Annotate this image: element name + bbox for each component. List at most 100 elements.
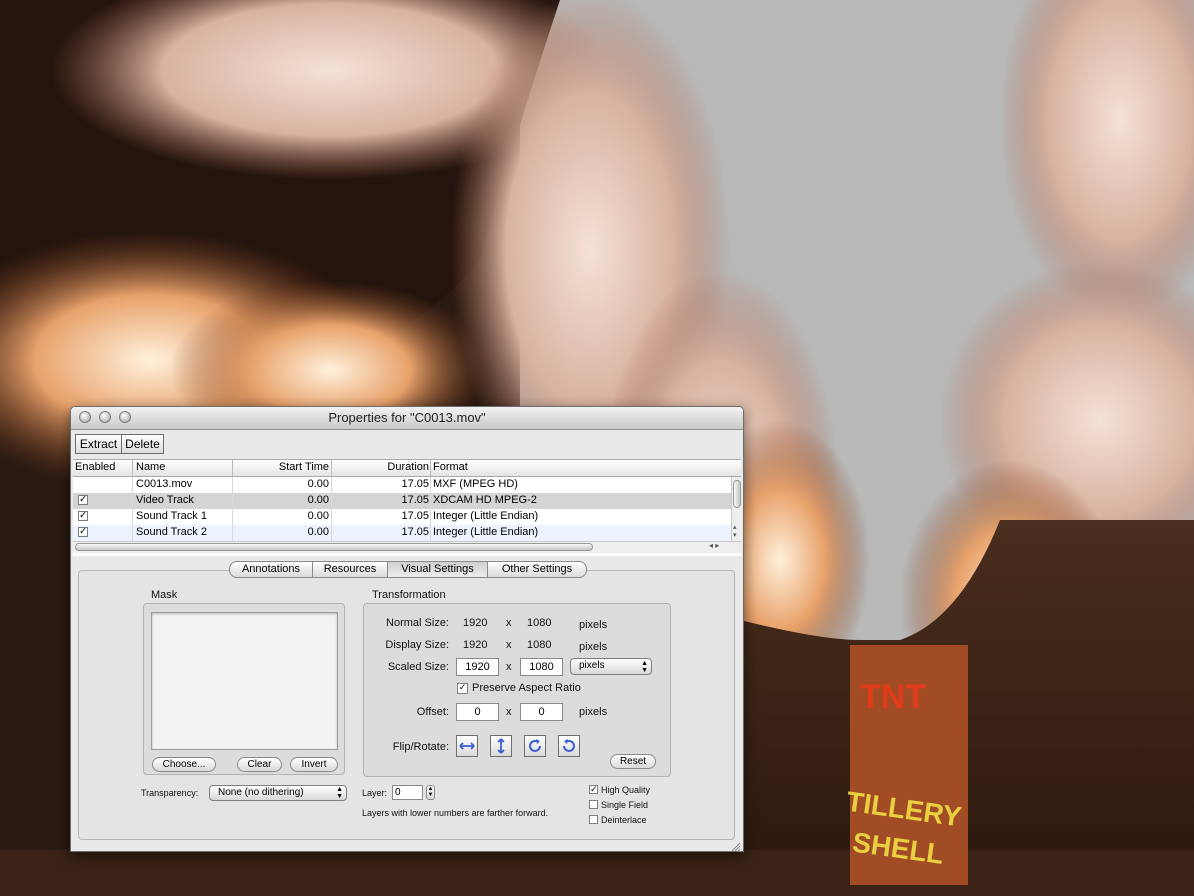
deinterlace-checkbox[interactable] [589,815,598,824]
display-width-value: 1920 [463,639,488,651]
high-quality-checkbox[interactable]: ✓ [589,785,598,794]
track-start-time: 0.00 [307,494,329,506]
track-enabled-checkbox[interactable]: ✓ [78,511,88,521]
column-divider [132,525,133,541]
flip-vertical-button[interactable] [490,735,512,757]
flip-horizontal-button[interactable] [456,735,478,757]
preserve-aspect-checkbox[interactable]: ✓ [457,683,468,694]
mask-image-well[interactable] [151,612,338,750]
transparency-label: Transparency: [141,788,199,798]
scaled-size-label: Scaled Size: [387,661,449,673]
display-height-value: 1080 [527,639,552,651]
scaled-width-field[interactable]: 1920 [456,658,499,676]
checkmark-icon: ✓ [590,784,598,794]
tab-visual-settings[interactable]: Visual Settings [387,561,488,578]
column-format[interactable]: Format [433,461,468,473]
single-field-checkbox[interactable] [589,800,598,809]
column-duration[interactable]: Duration [333,461,429,473]
column-divider [232,493,233,509]
deinterlace-label: Deinterlace [601,815,647,825]
high-quality-label: High Quality [601,785,651,795]
offset-label: Offset: [416,706,449,718]
stepper-arrows-icon: ▲ ▼ [427,786,434,798]
extract-button[interactable]: Extract [75,434,122,454]
scaled-times: x [506,661,512,673]
table-row[interactable]: ✓ Sound Track 1 0.00 17.05 Integer (Little E… [73,509,731,525]
column-name[interactable]: Name [136,461,165,473]
track-start-time: 0.00 [307,526,329,538]
scaled-units-popup[interactable]: pixels ▲ ▼ [570,658,652,675]
column-divider [331,509,332,525]
column-divider [430,477,431,493]
clear-button[interactable]: Clear [237,757,282,772]
scroll-left-right-icon[interactable]: ◂ ▸ [709,541,719,550]
track-format: Integer (Little Endian) [433,526,539,538]
horizontal-scrollbar[interactable]: ◂ ▸ [73,541,741,553]
normal-height-value: 1080 [527,617,552,629]
column-start-time[interactable]: Start Time [233,461,329,473]
layer-hint: Layers with lower numbers are farther fo… [362,808,549,818]
single-field-label: Single Field [601,800,649,810]
column-divider [232,525,233,541]
column-divider [331,477,332,493]
layer-stepper[interactable]: ▲ ▼ [426,785,435,800]
table-row[interactable]: ✓ Sound Track 2 0.00 17.05 Integer (Little E… [73,525,731,541]
transparency-popup[interactable]: None (no dithering) ▲ ▼ [209,785,347,801]
invert-button[interactable]: Invert [290,757,338,772]
vertical-scrollbar[interactable]: ▴ ▾ [731,477,742,541]
track-enabled-checkbox[interactable]: ✓ [78,495,88,505]
flip-vertical-icon [497,738,505,754]
track-name: Sound Track 2 [136,526,207,538]
rotate-clockwise-button[interactable] [524,735,546,757]
rotate-clockwise-icon [529,739,541,752]
transparency-value: None (no dithering) [218,787,304,798]
track-enabled-checkbox[interactable]: ✓ [78,527,88,537]
track-duration: 17.05 [401,478,429,490]
normal-width-value: 1920 [463,617,488,629]
tab-resources[interactable]: Resources [312,561,388,578]
tab-other-settings[interactable]: Other Settings [487,561,587,578]
track-name: Sound Track 1 [136,510,207,522]
display-size-label: Display Size: [385,639,449,651]
offset-y-field[interactable]: 0 [520,703,563,721]
reset-button[interactable]: Reset [610,754,656,769]
layer-field[interactable]: 0 [392,785,423,800]
normal-units: pixels [579,619,608,631]
track-format: XDCAM HD MPEG-2 [433,494,537,506]
title-bar[interactable]: Properties for "C0013.mov" [71,407,743,430]
rotate-counterclockwise-icon [563,739,575,752]
column-divider [232,477,233,493]
normal-times: x [506,617,512,629]
scroll-arrows-icon[interactable]: ▴ ▾ [733,523,737,539]
display-times: x [506,639,512,651]
flip-rotate-label: Flip/Rotate: [392,741,449,753]
preserve-aspect-label: Preserve Aspect Ratio [472,682,581,694]
properties-window: Properties for "C0013.mov" Extract Delet… [70,406,744,852]
table-row[interactable]: C0013.mov 0.00 17.05 MXF (MPEG HD) [73,477,731,493]
popup-arrows-icon: ▲ ▼ [641,660,648,674]
track-format: MXF (MPEG HD) [433,478,518,490]
track-name: C0013.mov [136,478,193,490]
popup-arrows-icon: ▲ ▼ [336,786,343,800]
scaled-units-value: pixels [579,660,605,671]
rotate-counterclockwise-button[interactable] [558,735,580,757]
offset-x-field[interactable]: 0 [456,703,499,721]
column-divider [132,493,133,509]
column-divider [430,509,431,525]
table-header: Enabled Name Start Time Duration Format [73,460,741,477]
column-enabled[interactable]: Enabled [75,461,115,473]
offset-times: x [506,706,512,718]
table-row[interactable]: ✓ Video Track 0.00 17.05 XDCAM HD MPEG-2 [73,493,731,509]
track-format: Integer (Little Endian) [433,510,539,522]
track-start-time: 0.00 [307,510,329,522]
column-divider [430,525,431,541]
tab-annotations[interactable]: Annotations [229,561,313,578]
column-divider [132,509,133,525]
track-duration: 17.05 [401,494,429,506]
transformation-title: Transformation [372,589,446,601]
mask-title: Mask [151,589,178,601]
resize-grip-icon[interactable] [731,839,741,851]
scaled-height-field[interactable]: 1080 [520,658,563,676]
delete-button[interactable]: Delete [121,434,164,454]
choose-button[interactable]: Choose... [152,757,216,772]
